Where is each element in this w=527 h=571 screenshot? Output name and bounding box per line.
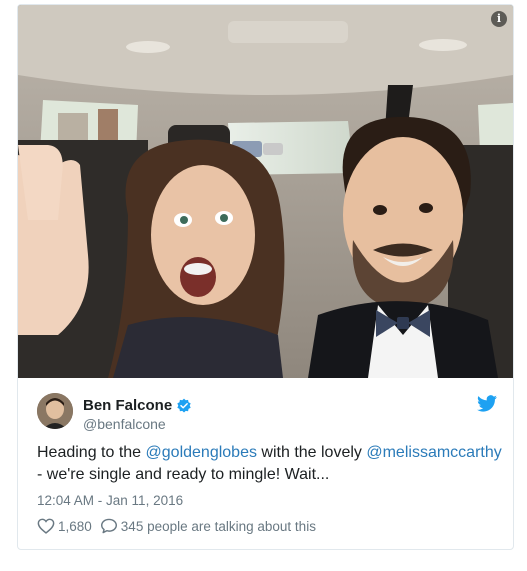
avatar-image [37, 393, 73, 429]
talking-count: 345 people are talking about this [120, 518, 316, 534]
heart-icon [37, 518, 55, 534]
embedded-tweet-card: i Ben Falcone @benfalcone Heading to the… [17, 4, 514, 550]
media-info-button[interactable]: i [491, 11, 507, 27]
reply-action[interactable]: 345 people are talking about this [100, 518, 316, 534]
like-action[interactable]: 1,680 [37, 518, 92, 534]
mention-melissamccarthy[interactable]: @melissamccarthy [366, 444, 501, 461]
text-pre: Heading to the [37, 444, 146, 461]
verified-badge-icon [177, 398, 191, 413]
speech-bubble-icon [100, 518, 117, 534]
mention-goldenglobes[interactable]: @goldenglobes [146, 444, 257, 461]
avatar[interactable] [37, 393, 73, 429]
tweet-actions: 1,680 345 people are talking about this [37, 518, 316, 534]
tweet-text: Heading to the @goldenglobes with the lo… [37, 442, 507, 486]
author-handle[interactable]: @benfalcone [83, 416, 166, 432]
like-count: 1,680 [58, 518, 92, 534]
tweet-photo[interactable]: i [18, 5, 513, 378]
author-name-row: Ben Falcone [83, 397, 192, 414]
text-mid: with the lovely [256, 444, 367, 461]
tweet-timestamp[interactable]: 12:04 AM - Jan 11, 2016 [37, 493, 183, 508]
tweet-author: Ben Falcone @benfalcone [37, 393, 497, 433]
author-name[interactable]: Ben Falcone [83, 397, 172, 414]
car-selfie-image [18, 5, 513, 378]
twitter-bird-icon[interactable] [477, 395, 497, 412]
text-post: - we're single and ready to mingle! Wait… [37, 466, 330, 483]
